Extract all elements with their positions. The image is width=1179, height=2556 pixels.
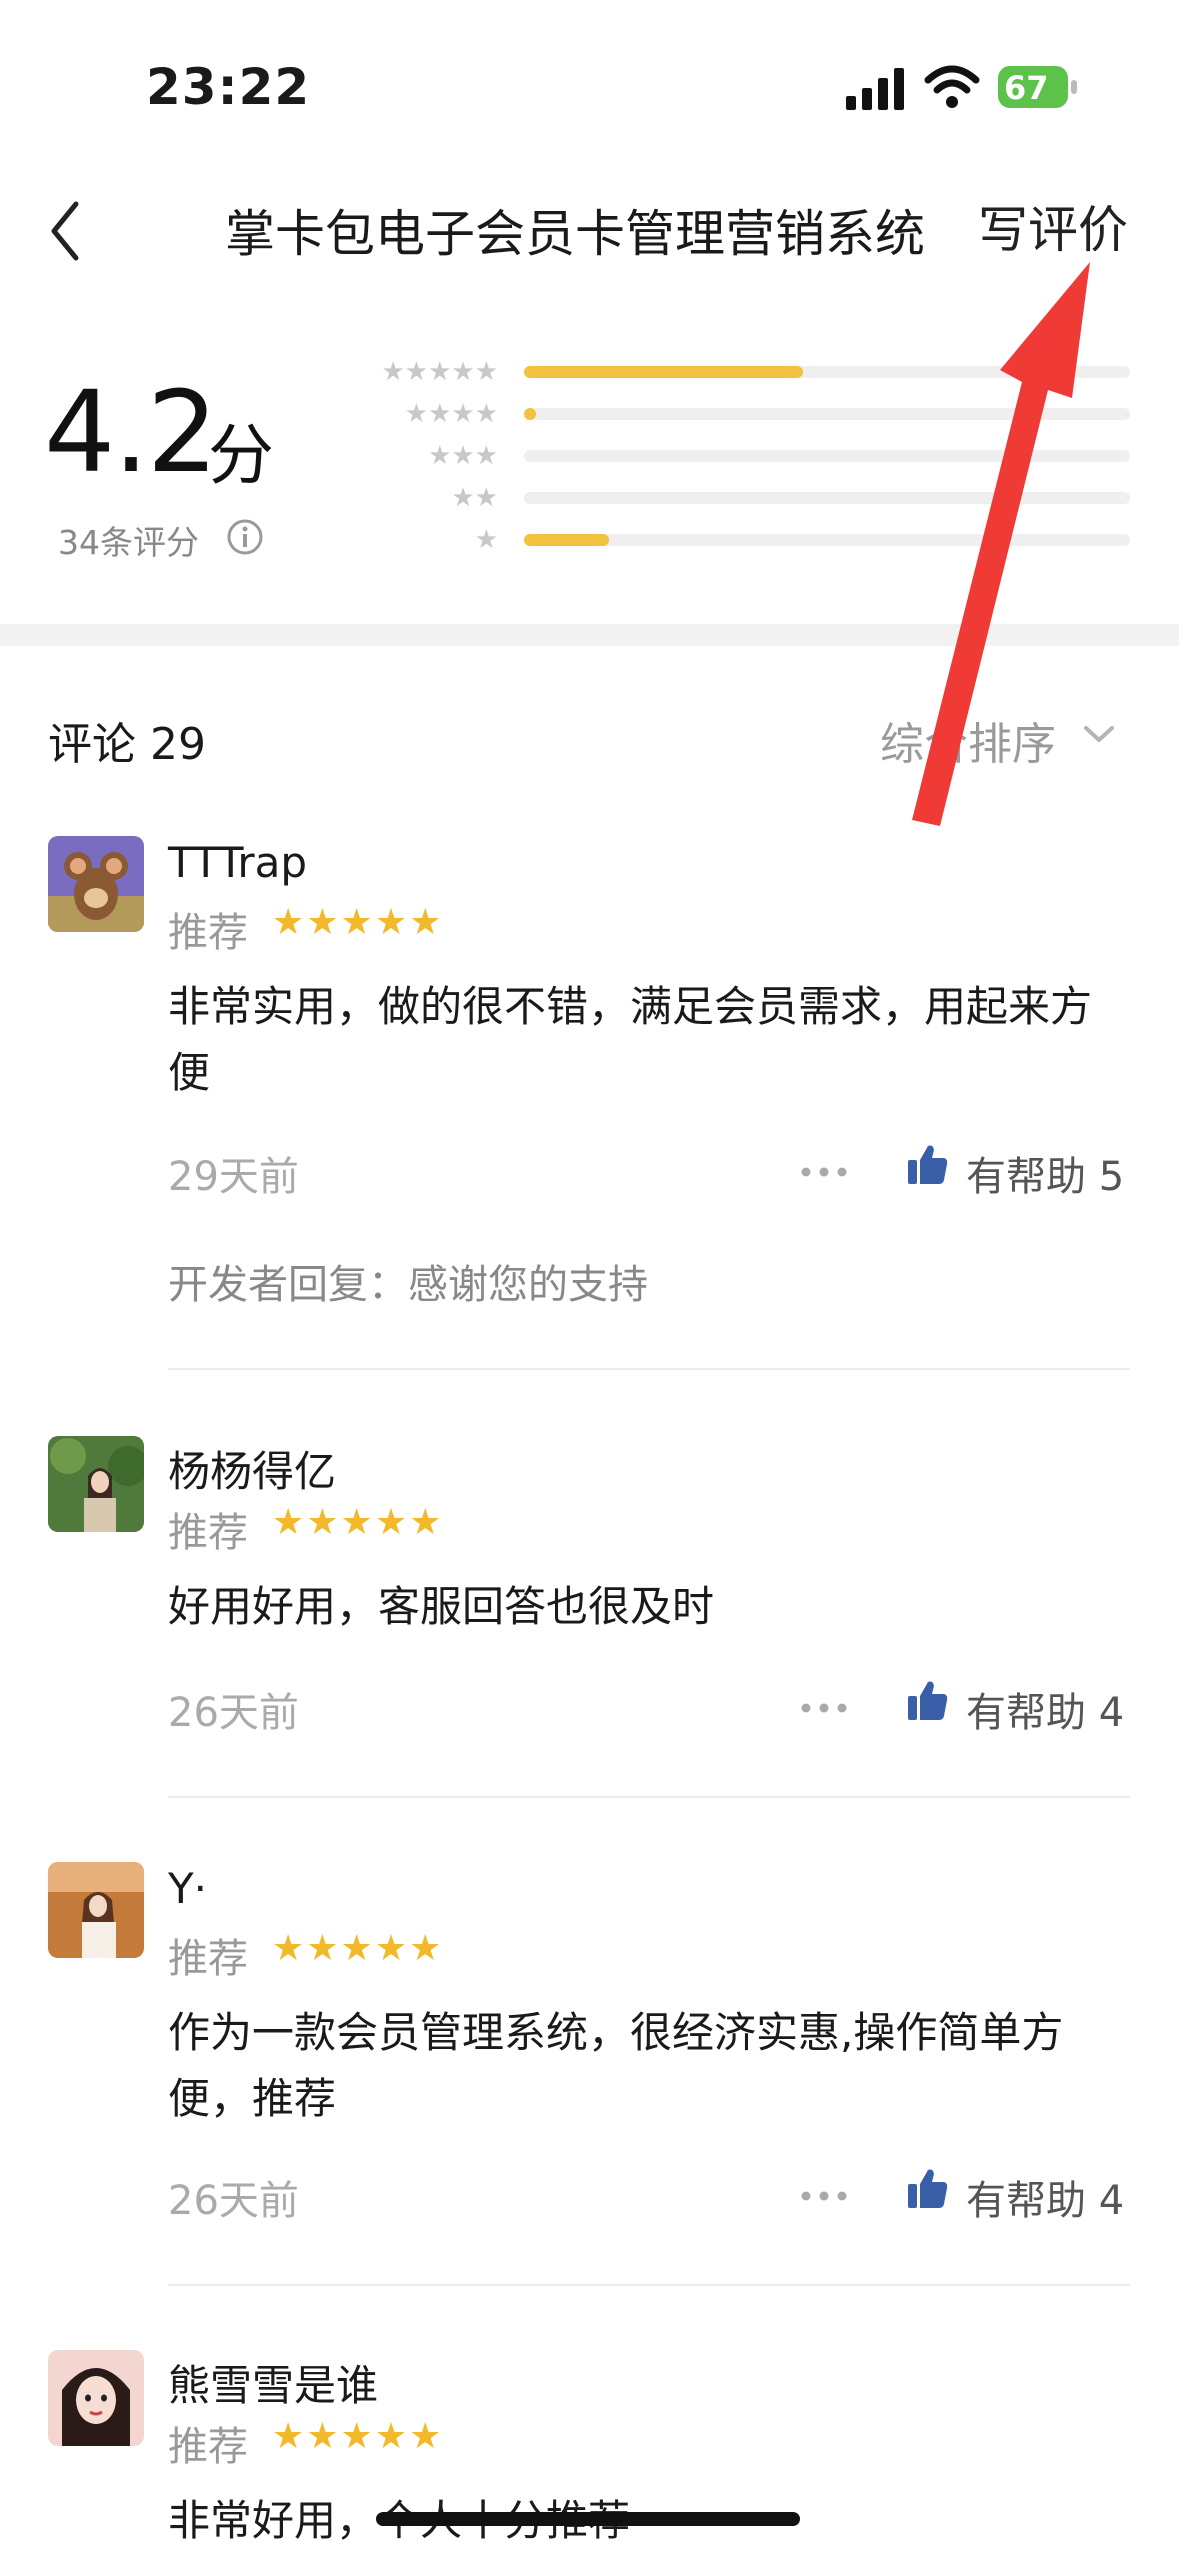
helpful-button[interactable]: 有帮助 5 [966, 1144, 1124, 1202]
back-icon[interactable] [42, 196, 92, 266]
thumbs-up-icon[interactable] [906, 1678, 950, 1722]
review-username: Y· [168, 1864, 208, 1913]
review-date: 29天前 [168, 1154, 299, 1200]
divider [168, 1796, 1130, 1798]
thumbs-up-icon[interactable] [906, 2166, 950, 2210]
avatar[interactable] [48, 1862, 144, 1958]
review-date: 26天前 [168, 2178, 299, 2224]
distribution-fill-4 [524, 408, 536, 420]
comments-title: 评论 29 [48, 719, 206, 770]
battery-indicator: 67 [998, 66, 1082, 108]
recommend-label: 推荐 [168, 2424, 248, 2470]
annotation-arrow [912, 262, 1090, 826]
score-unit: 分 [208, 417, 274, 494]
review-stars: ★★★★★ [272, 2416, 444, 2457]
signal-icon [846, 68, 904, 110]
divider [168, 2284, 1130, 2286]
battery-level: 67 [1004, 69, 1049, 107]
review-stars: ★★★★★ [272, 1928, 444, 1969]
review-username: TTTrap [168, 838, 307, 887]
review-text: 作为一款会员管理系统，很经济实惠,操作简单方便，推荐 [168, 2008, 1064, 2123]
more-icon[interactable] [798, 2188, 850, 2204]
avatar[interactable] [48, 2350, 144, 2446]
rating-count: 34条评分 [58, 523, 199, 562]
review-username: 杨杨得亿 [168, 1447, 337, 1496]
distribution-stars-4: ★★★★ [404, 399, 498, 429]
developer-reply: 开发者回复：感谢您的支持 [168, 1262, 648, 1308]
home-indicator [376, 2512, 800, 2526]
avatar[interactable] [48, 1436, 144, 1532]
distribution-stars-3: ★★★ [428, 441, 498, 471]
info-icon[interactable] [226, 518, 264, 556]
status-time: 23:22 [146, 58, 311, 116]
review-text: 非常实用，做的很不错，满足会员需求，用起来方便 [168, 982, 1093, 1097]
distribution-fill-1 [524, 534, 609, 546]
recommend-label: 推荐 [168, 1510, 248, 1556]
helpful-button[interactable]: 有帮助 4 [966, 2168, 1124, 2226]
more-icon[interactable] [798, 1164, 850, 1180]
review-date: 26天前 [168, 1690, 299, 1736]
avatar[interactable] [48, 836, 144, 932]
recommend-label: 推荐 [168, 910, 248, 956]
wifi-icon [924, 65, 980, 108]
review-stars: ★★★★★ [272, 902, 444, 943]
distribution-stars-1: ★ [474, 525, 498, 555]
recommend-label: 推荐 [168, 1936, 248, 1982]
distribution-fill-5 [524, 366, 803, 378]
review-stars: ★★★★★ [272, 1502, 444, 1543]
review-username: 熊雪雪是谁 [168, 2361, 379, 2410]
distribution-stars-5: ★★★★★ [381, 357, 498, 387]
page-title: 掌卡包电子会员卡管理营销系统 [225, 205, 925, 263]
battery-tip [1071, 80, 1077, 94]
review-text: 好用好用，客服回答也很及时 [168, 1582, 715, 1631]
average-score: 4.2 [44, 368, 218, 498]
thumbs-up-icon[interactable] [906, 1142, 950, 1186]
helpful-button[interactable]: 有帮助 4 [966, 1680, 1124, 1738]
divider [168, 1368, 1130, 1370]
more-icon[interactable] [798, 1700, 850, 1716]
distribution-stars-2: ★★ [451, 483, 498, 513]
